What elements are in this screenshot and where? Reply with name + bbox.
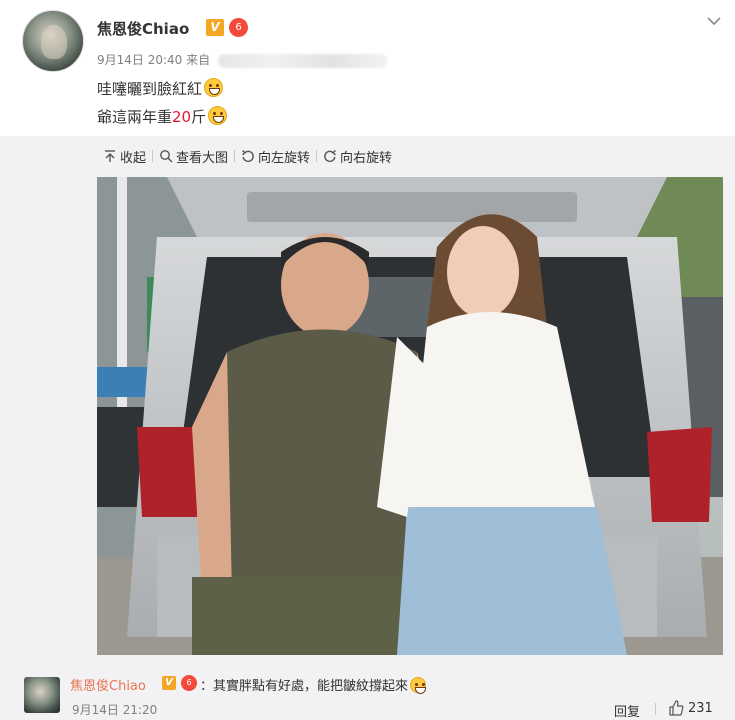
rotate-left-label: 向左旋转: [258, 150, 311, 166]
like-icon: [669, 700, 684, 716]
level-badge: 6: [229, 18, 248, 37]
post-username[interactable]: 焦恩俊Chiao: [97, 18, 189, 39]
avatar[interactable]: [22, 10, 84, 72]
like-button[interactable]: 231: [668, 700, 713, 716]
post-text-line-2: 爺這兩年重20斤: [97, 106, 228, 127]
post-header: 焦恩俊Chiao V 6 9月14日 20:40 来自 哇噻曬到臉紅紅 爺這兩年…: [0, 0, 735, 136]
media-toolbar: 收起 查看大图 向左旋转 向右旋转: [97, 146, 398, 166]
blurred-source: [217, 53, 388, 68]
collapse-icon: [105, 150, 115, 162]
rotate-right-icon: [324, 149, 337, 163]
rotate-right-button[interactable]: 向右旋转: [317, 147, 398, 166]
post-photo[interactable]: [97, 177, 723, 655]
chevron-down-icon[interactable]: [707, 14, 721, 28]
comment-time: 9月14日 21:20: [72, 703, 158, 717]
divider: [655, 703, 656, 715]
view-large-label: 查看大图: [176, 150, 229, 166]
comment-username[interactable]: 焦恩俊Chiao: [70, 675, 146, 694]
comment-body: ：其實胖點有好處，能把皺紋撐起來: [200, 679, 409, 694]
smile-emoji-icon: [208, 106, 228, 125]
smile-emoji-icon: [410, 677, 427, 694]
post-text-line-1: 哇噻曬到臉紅紅: [97, 78, 224, 99]
post-text-1: 哇噻曬到臉紅紅: [97, 80, 203, 98]
search-icon: [160, 150, 173, 163]
post-meta: 9月14日 20:40 来自: [97, 51, 388, 68]
rotate-left-icon: [242, 149, 254, 163]
rotate-right-label: 向右旋转: [340, 150, 393, 166]
reply-button[interactable]: 回复: [614, 701, 640, 720]
rotate-left-button[interactable]: 向左旋转: [235, 147, 316, 166]
photo-illustration: [97, 177, 723, 655]
collapse-label: 收起: [120, 150, 147, 166]
collapse-button[interactable]: 收起: [97, 147, 152, 166]
post-text-2-prefix: 爺這兩年重: [97, 108, 173, 126]
post-source-label: 来自: [186, 53, 211, 67]
comment-avatar[interactable]: [24, 677, 60, 713]
post-date[interactable]: 9月14日 20:40: [97, 53, 182, 67]
verified-badge: V: [206, 19, 224, 36]
view-large-button[interactable]: 查看大图: [153, 147, 234, 166]
like-count: 231: [688, 700, 713, 716]
comment-text: ：其實胖點有好處，能把皺紋撐起來: [200, 675, 427, 694]
smile-emoji-icon: [204, 78, 224, 97]
post-text-2-suffix: 斤: [191, 108, 207, 126]
post-text-2-number: 20: [172, 108, 192, 126]
comment-verified-badge: V: [162, 676, 176, 690]
comment-level-badge: 6: [181, 675, 197, 691]
